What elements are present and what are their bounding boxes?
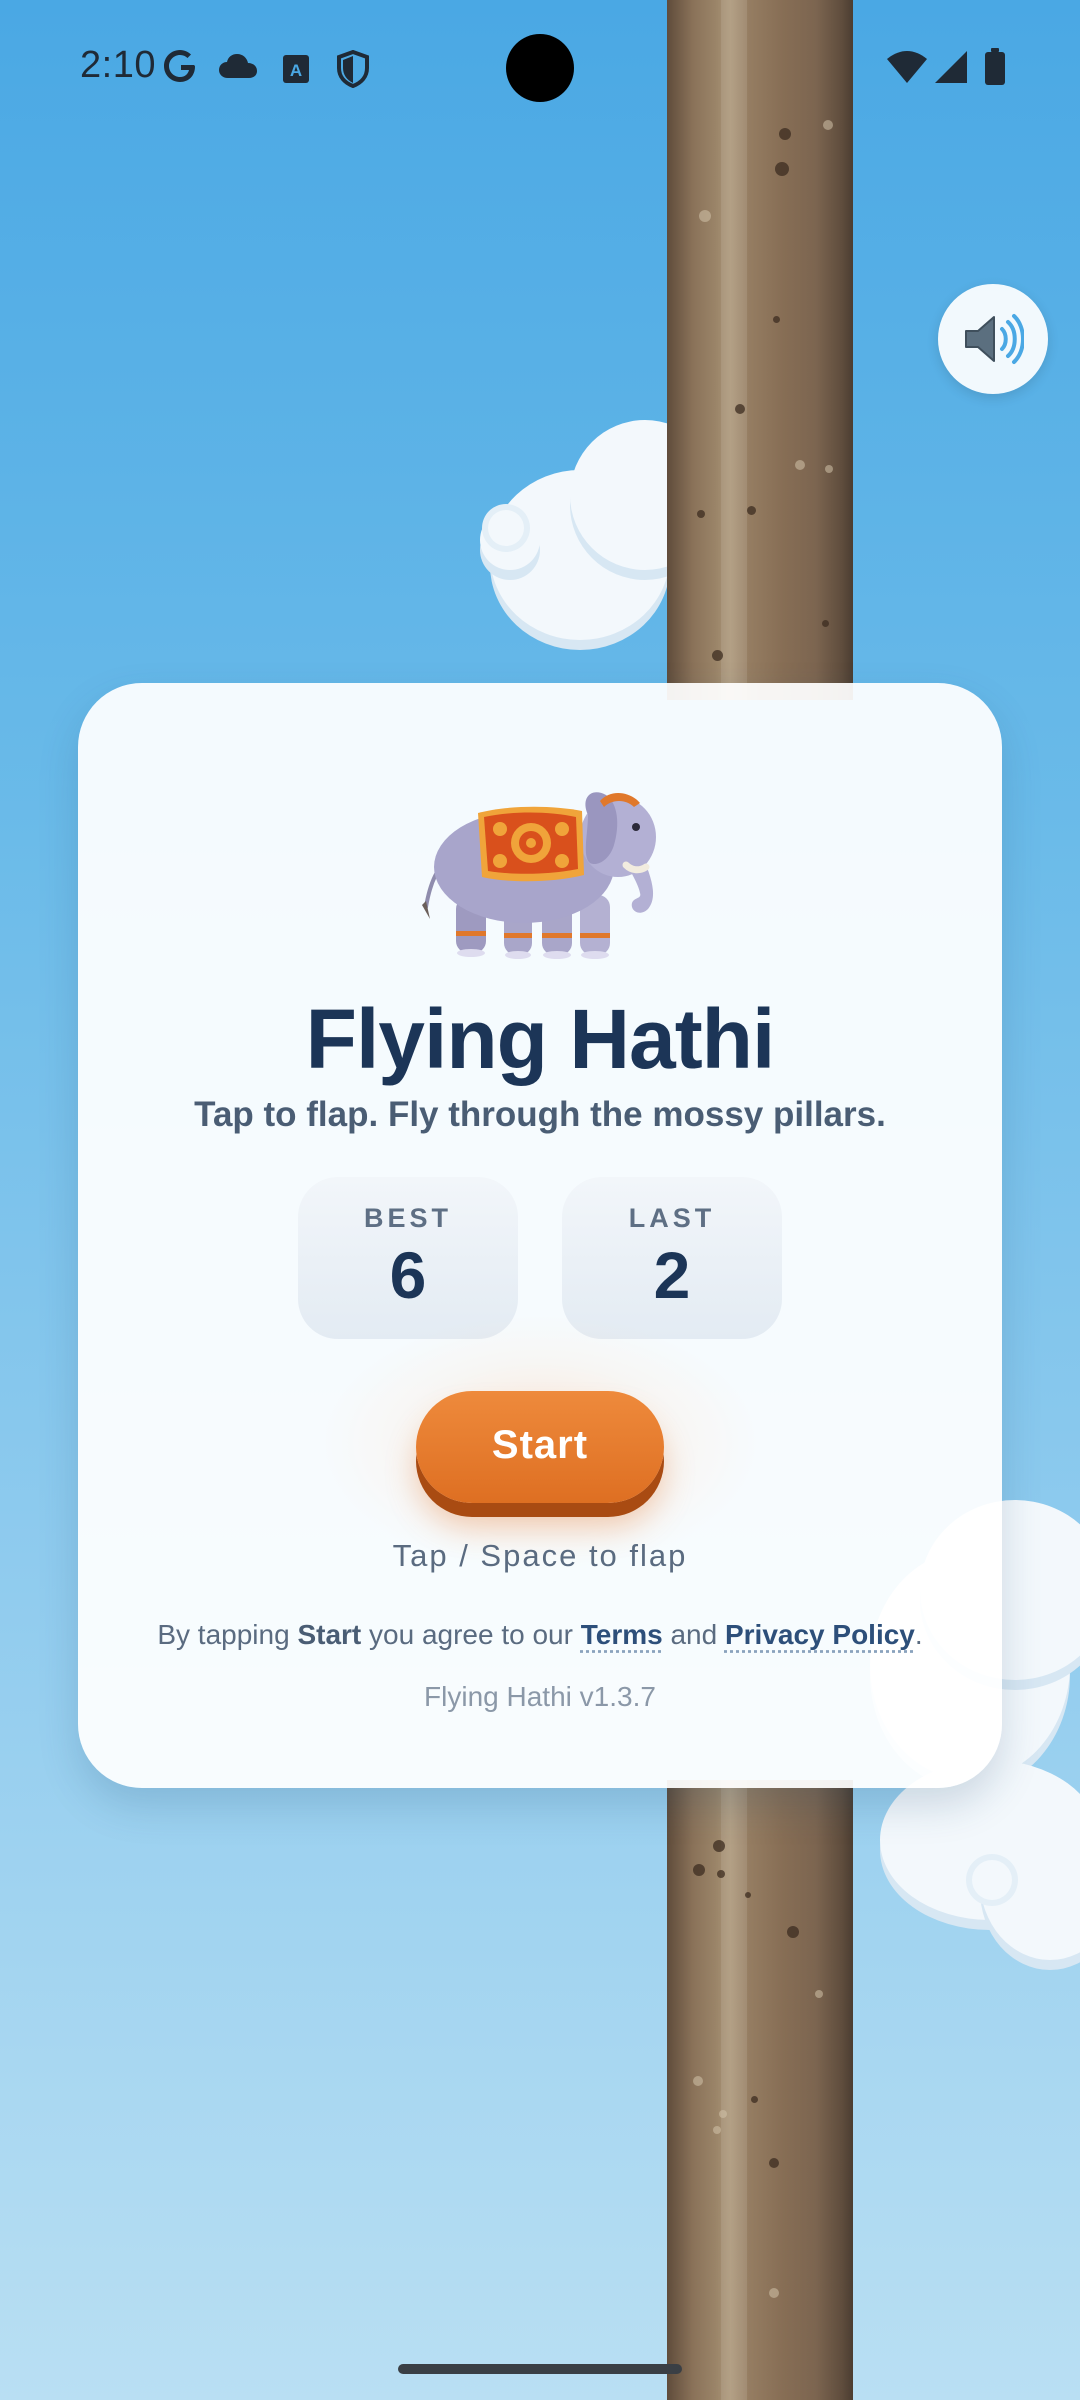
- text-a-icon: A: [283, 55, 309, 83]
- start-menu-card: Flying Hathi Tap to flap. Fly through th…: [78, 683, 1002, 1788]
- controls-hint: Tap / Space to flap: [392, 1538, 688, 1573]
- cloud-icon: [219, 54, 257, 78]
- legal-middle: you agree to our: [361, 1619, 581, 1650]
- legal-notice: By tapping Start you agree to our Terms …: [78, 1619, 1002, 1651]
- sound-toggle-button[interactable]: [938, 284, 1048, 394]
- legal-start-word: Start: [297, 1619, 362, 1650]
- version-label: Flying Hathi v1.3.7: [424, 1681, 656, 1712]
- privacy-policy-link[interactable]: Privacy Policy: [725, 1619, 915, 1650]
- status-time: 2:10: [80, 44, 156, 86]
- home-indicator[interactable]: [398, 2364, 682, 2374]
- game-title: Flying Hathi: [305, 992, 776, 1086]
- battery-icon: [985, 48, 1005, 85]
- last-score-value: 2: [653, 1238, 691, 1312]
- legal-prefix: By tapping: [157, 1619, 298, 1650]
- terms-link[interactable]: Terms: [581, 1619, 663, 1650]
- camera-cutout: [506, 34, 574, 102]
- last-score-label: LAST: [628, 1203, 716, 1233]
- legal-suffix: .: [914, 1619, 923, 1650]
- game-screen[interactable]: 2:10 A Flying Hathi Tap to flap. Fly thr…: [0, 0, 1080, 2400]
- best-score-label: BEST: [363, 1203, 452, 1233]
- legal-and: and: [662, 1619, 725, 1650]
- speaker-icon: [965, 314, 1024, 364]
- best-score-box: BEST 6: [298, 1177, 518, 1339]
- elephant-icon: [422, 792, 656, 959]
- google-icon: [164, 50, 195, 82]
- svg-text:A: A: [290, 61, 302, 80]
- best-score-value: 6: [389, 1238, 427, 1312]
- wifi-icon: [887, 51, 927, 83]
- game-subtitle: Tap to flap. Fly through the mossy pilla…: [194, 1095, 886, 1134]
- start-button[interactable]: Start: [416, 1391, 664, 1503]
- cellular-icon: [935, 51, 967, 83]
- last-score-box: LAST 2: [562, 1177, 782, 1339]
- pillar-bottom: [667, 1780, 853, 2400]
- status-bar: 2:10 A: [0, 0, 1080, 136]
- shield-icon: [337, 50, 369, 88]
